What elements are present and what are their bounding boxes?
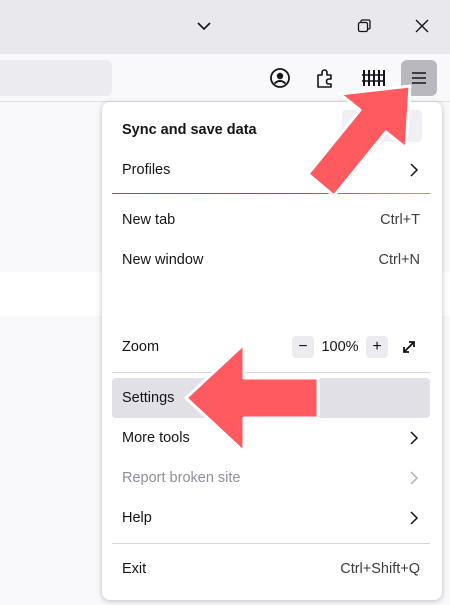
sign-in-button[interactable]	[342, 110, 422, 142]
close-window-button[interactable]	[404, 8, 440, 44]
account-icon	[270, 68, 290, 88]
new-window-shortcut: Ctrl+N	[378, 252, 421, 268]
close-icon	[415, 19, 429, 33]
separator	[112, 543, 430, 544]
restore-icon	[357, 19, 371, 33]
separator	[112, 372, 430, 373]
zoom-label: Zoom	[122, 339, 160, 355]
chevron-down-icon	[197, 22, 211, 31]
account-button[interactable]	[262, 60, 298, 96]
extensions-icon	[317, 69, 332, 88]
more-tools-label: More tools	[122, 430, 190, 446]
library-icon	[362, 70, 385, 86]
zoom-out-button[interactable]: −	[292, 336, 314, 358]
hamburger-menu-icon	[412, 72, 426, 84]
title-bar	[0, 0, 450, 54]
settings-menu-item[interactable]: Settings	[112, 378, 430, 418]
profiles-menu-item[interactable]: Profiles	[112, 150, 430, 190]
exit-shortcut: Ctrl+Shift+Q	[340, 561, 420, 577]
help-label: Help	[122, 510, 152, 526]
app-menu-panel: Sync and save data Profiles New tab Ctrl…	[102, 102, 442, 600]
library-button[interactable]	[355, 60, 391, 96]
new-tab-menu-item[interactable]: New tab Ctrl+T	[112, 200, 430, 240]
report-broken-site-label: Report broken site	[122, 470, 241, 486]
separator	[112, 193, 430, 194]
zoom-menu-item: Zoom − 100% +	[112, 327, 430, 367]
report-broken-site-menu-item: Report broken site	[112, 458, 430, 498]
new-tab-label: New tab	[122, 212, 176, 228]
profiles-label: Profiles	[122, 162, 171, 178]
exit-label: Exit	[122, 561, 147, 577]
fullscreen-icon	[403, 341, 415, 353]
new-window-label: New window	[122, 252, 204, 268]
help-menu-item[interactable]: Help	[112, 498, 430, 538]
list-all-tabs-button[interactable]	[186, 8, 222, 44]
app-menu-button[interactable]	[401, 60, 437, 96]
restore-button[interactable]	[346, 8, 382, 44]
url-bar[interactable]	[0, 60, 112, 96]
chevron-right-icon	[408, 162, 420, 178]
chevron-right-icon	[408, 510, 420, 526]
nav-toolbar	[0, 54, 450, 102]
settings-label: Settings	[122, 390, 175, 406]
fullscreen-button[interactable]	[398, 336, 420, 358]
chevron-right-icon	[408, 430, 420, 446]
zoom-in-button[interactable]: +	[366, 336, 388, 358]
more-tools-menu-item[interactable]: More tools	[112, 418, 430, 458]
new-window-menu-item[interactable]: New window Ctrl+N	[112, 240, 430, 280]
new-tab-shortcut: Ctrl+T	[380, 212, 420, 228]
extensions-button[interactable]	[307, 60, 343, 96]
zoom-reset-button[interactable]: 100%	[314, 339, 366, 355]
chevron-right-icon	[408, 470, 420, 486]
exit-menu-item[interactable]: Exit Ctrl+Shift+Q	[112, 549, 430, 589]
